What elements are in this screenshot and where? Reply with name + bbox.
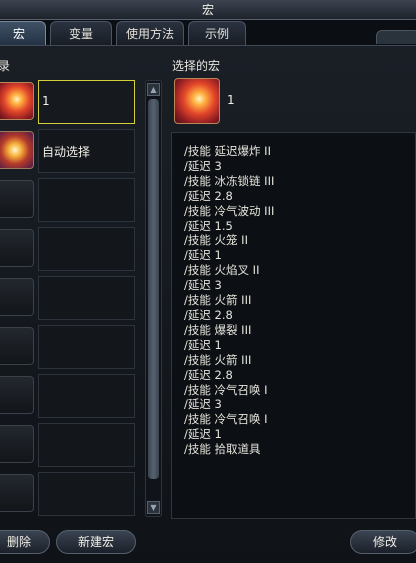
script-line: /技能 延迟爆炸 II	[184, 144, 271, 158]
macro-slot-7[interactable]	[0, 374, 135, 418]
macro-slot-9[interactable]	[0, 472, 135, 516]
scroll-down-arrow-icon[interactable]: ▼	[147, 501, 160, 514]
slot-name-box	[38, 178, 135, 222]
tab-usage[interactable]: 使用方法	[116, 21, 184, 45]
scroll-up-arrow-icon[interactable]: ▲	[147, 83, 160, 96]
empty-slot-icon[interactable]	[0, 425, 34, 463]
macro-slot-1[interactable]: 1	[0, 80, 135, 124]
slot-name-box	[38, 472, 135, 516]
slot-name-box	[38, 276, 135, 320]
slot-name-box	[38, 227, 135, 271]
script-line: /技能 火箭 III	[184, 293, 252, 308]
macro-slot-5[interactable]	[0, 276, 135, 320]
empty-slot-icon[interactable]	[0, 474, 34, 512]
tab-bar: 宏 变量 使用方法 示例	[0, 21, 416, 45]
script-line: /技能 冷气召唤 I	[184, 382, 268, 397]
slot-name-box	[38, 423, 135, 467]
fire-burst-icon[interactable]	[0, 82, 34, 120]
script-line: /技能 冰冻锁链 III	[184, 173, 275, 188]
tab-edge-decoration	[376, 30, 416, 44]
slot-name-box	[38, 325, 135, 369]
macro-slot-6[interactable]	[0, 325, 135, 369]
selected-macro-label: 选择的宏	[172, 59, 221, 73]
star-pentagram-icon[interactable]	[0, 131, 34, 169]
script-line: /延迟 1.5	[184, 218, 233, 233]
script-line: /延迟 3	[184, 158, 222, 173]
script-line: /技能 爆裂 III	[184, 322, 252, 337]
empty-slot-icon[interactable]	[0, 327, 34, 365]
scroll-thumb[interactable]	[148, 99, 159, 479]
empty-slot-icon[interactable]	[0, 229, 34, 267]
script-line: /延迟 2.8	[184, 307, 233, 322]
delete-button[interactable]: 删除	[0, 530, 50, 554]
edit-button[interactable]: 修改	[350, 530, 416, 554]
empty-slot-icon[interactable]	[0, 278, 34, 316]
window-title: 宏	[0, 0, 416, 20]
script-line: /技能 拾取道具	[184, 442, 261, 457]
macro-script-text: /技能 延迟爆炸 II/延迟 3/技能 冰冻锁链 III/延迟 2.8/技能 冷…	[184, 144, 274, 457]
macro-slot-4[interactable]	[0, 227, 135, 271]
empty-slot-icon[interactable]	[0, 180, 34, 218]
slot-name: 自动选择	[42, 145, 91, 159]
script-line: /技能 火箭 III	[184, 352, 252, 367]
script-line: /延迟 1	[184, 248, 222, 263]
fire-burst-icon	[174, 78, 220, 124]
slot-name: 1	[42, 94, 50, 108]
script-line: /延迟 2.8	[184, 188, 233, 203]
script-line: /技能 火笼 II	[184, 233, 248, 248]
macro-slot-2[interactable]: 自动选择	[0, 129, 135, 173]
script-line: /延迟 2.8	[184, 367, 233, 382]
tab-variables[interactable]: 变量	[50, 21, 112, 45]
script-line: /延迟 3	[184, 278, 222, 293]
macro-script-textarea[interactable]: /技能 延迟爆炸 II/延迟 3/技能 冰冻锁链 III/延迟 2.8/技能 冷…	[171, 132, 416, 519]
macro-slot-3[interactable]	[0, 178, 135, 222]
tab-macro[interactable]: 宏	[0, 21, 46, 45]
selected-macro-name: 1	[227, 93, 235, 107]
script-line: /延迟 1	[184, 337, 222, 352]
macro-list-scrollbar[interactable]: ▲ ▼	[145, 80, 162, 517]
tab-examples[interactable]: 示例	[188, 21, 246, 45]
new-macro-button[interactable]: 新建宏	[56, 530, 136, 554]
slot-name-box	[38, 374, 135, 418]
script-line: /技能 冷气波动 III	[184, 203, 275, 218]
script-line: /技能 冷气召唤 I	[184, 412, 268, 427]
slot-name-box	[38, 80, 135, 124]
script-line: /延迟 3	[184, 397, 222, 412]
empty-slot-icon[interactable]	[0, 376, 34, 414]
script-line: /技能 火焰叉 II	[184, 263, 260, 278]
macro-slot-8[interactable]	[0, 423, 135, 467]
macro-list-label: 录	[0, 59, 11, 73]
script-line: /延迟 1	[184, 427, 222, 442]
